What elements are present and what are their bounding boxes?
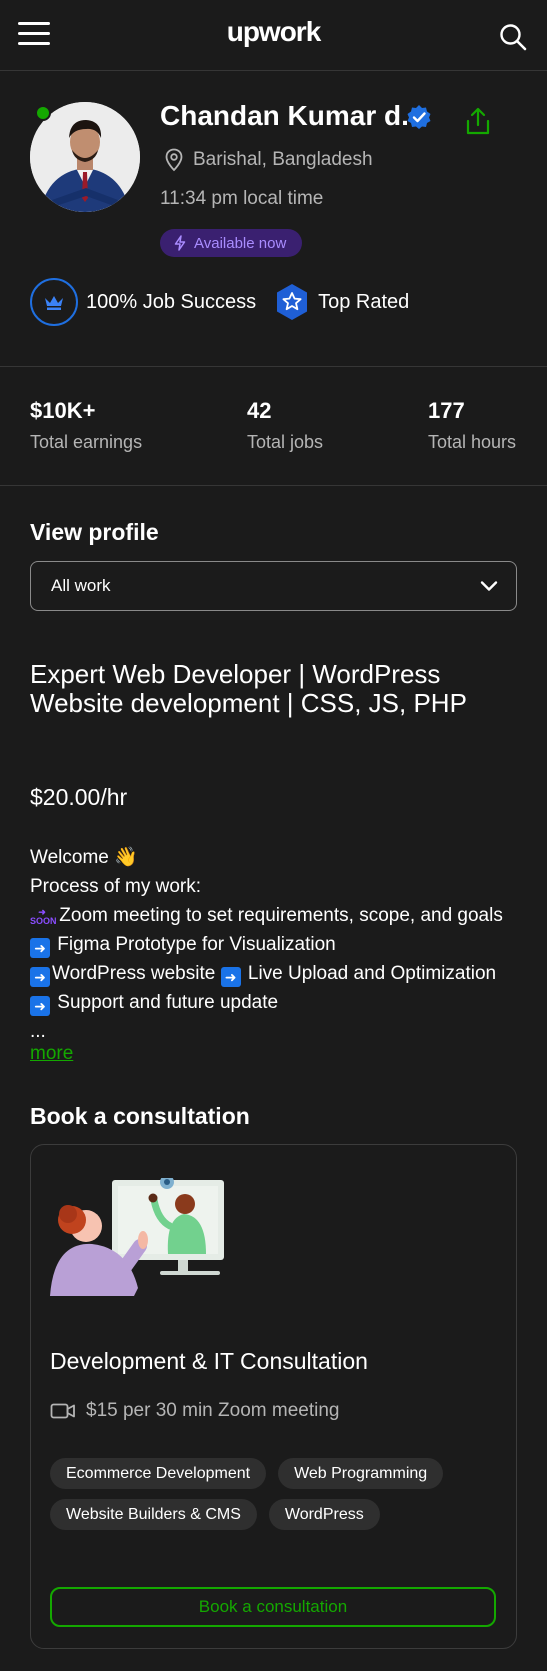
- hourly-rate: $20.00/hr: [30, 784, 128, 810]
- ellipsis: ...: [30, 1021, 46, 1042]
- stat-value: 42: [247, 398, 272, 423]
- right-arrow-icon: ➜: [30, 938, 50, 958]
- stat-value: 177: [428, 398, 465, 423]
- top-rated-text: Top Rated: [318, 290, 410, 313]
- freelancer-name: Chandan Kumar d.: [160, 100, 409, 131]
- welcome-text: Welcome: [30, 847, 109, 868]
- step-3: WordPress website: [52, 963, 216, 984]
- video-camera-icon: [50, 1403, 75, 1419]
- profile-work-select[interactable]: All work: [30, 561, 517, 611]
- location: Barishal, Bangladesh: [165, 148, 373, 172]
- profile-overview: Welcome 👋 Process of my work: ➜ SOON Zoom…: [30, 843, 520, 1046]
- availability-text: Available now: [194, 234, 287, 252]
- select-value: All work: [51, 576, 111, 595]
- skill-tag[interactable]: Web Programming: [278, 1458, 444, 1489]
- consultation-title: Development & IT Consultation: [50, 1348, 368, 1374]
- more-link[interactable]: more: [30, 1043, 73, 1065]
- consultation-heading: Book a consultation: [30, 1103, 250, 1129]
- skill-tag[interactable]: WordPress: [268, 1499, 380, 1530]
- online-status-dot: [35, 105, 51, 121]
- job-success-crown-icon: [30, 278, 78, 326]
- view-profile-heading: View profile: [30, 519, 159, 545]
- upwork-logo[interactable]: upwork: [0, 16, 547, 48]
- stat-label: Total earnings: [30, 432, 143, 452]
- right-arrow-icon: ➜: [30, 996, 50, 1016]
- top-rated-star-icon: [277, 284, 308, 320]
- stat-label: Total jobs: [247, 432, 324, 452]
- divider: [0, 366, 547, 367]
- stat-total-earnings: $10K+ Total earnings: [30, 398, 142, 453]
- search-icon[interactable]: [498, 22, 528, 52]
- stat-total-jobs: 42 Total jobs: [247, 398, 323, 453]
- video-call-illustration: [50, 1178, 224, 1296]
- step-5: Support and future update: [57, 992, 279, 1013]
- step-4: Live Upload and Optimization: [247, 963, 497, 984]
- soon-arrow-icon: ➜ SOON: [30, 907, 57, 926]
- location-text: Barishal, Bangladesh: [193, 149, 373, 170]
- skill-tag[interactable]: Ecommerce Development: [50, 1458, 267, 1489]
- job-success-text: 100% Job Success: [86, 290, 257, 313]
- local-time: 11:34 pm local time: [160, 188, 324, 209]
- availability-badge: Available now: [160, 229, 303, 257]
- stat-label: Total hours: [428, 432, 517, 452]
- right-arrow-icon: ➜: [220, 967, 241, 987]
- skill-tag[interactable]: Website Builders & CMS: [50, 1499, 257, 1530]
- stat-total-hours: 177 Total hours: [428, 398, 516, 453]
- share-icon[interactable]: [465, 106, 491, 136]
- book-consultation-button[interactable]: Book a consultation: [50, 1587, 496, 1627]
- chevron-down-icon: [480, 581, 498, 591]
- right-arrow-icon: ➜: [30, 967, 50, 987]
- location-pin-icon: [165, 148, 183, 172]
- verified-badge-icon: [407, 105, 431, 129]
- stat-value: $10K+: [30, 398, 96, 423]
- skill-tags: Ecommerce Development Web Programming We…: [50, 1458, 490, 1530]
- step-2: Figma Prototype for Visualization: [57, 934, 336, 955]
- lightning-icon: [174, 235, 186, 251]
- consultation-price: $15 per 30 min Zoom meeting: [86, 1400, 340, 1421]
- consultation-meta: $15 per 30 min Zoom meeting: [50, 1400, 339, 1422]
- waving-hand-icon: 👋: [114, 847, 138, 868]
- profile-badges: 100% Job Success Top Rated: [30, 278, 409, 326]
- profile-title: Expert Web Developer | WordPress Website…: [30, 659, 467, 718]
- process-heading: Process of my work:: [30, 876, 202, 897]
- divider: [0, 485, 547, 486]
- step-1: Zoom meeting to set requirements, scope,…: [59, 905, 503, 926]
